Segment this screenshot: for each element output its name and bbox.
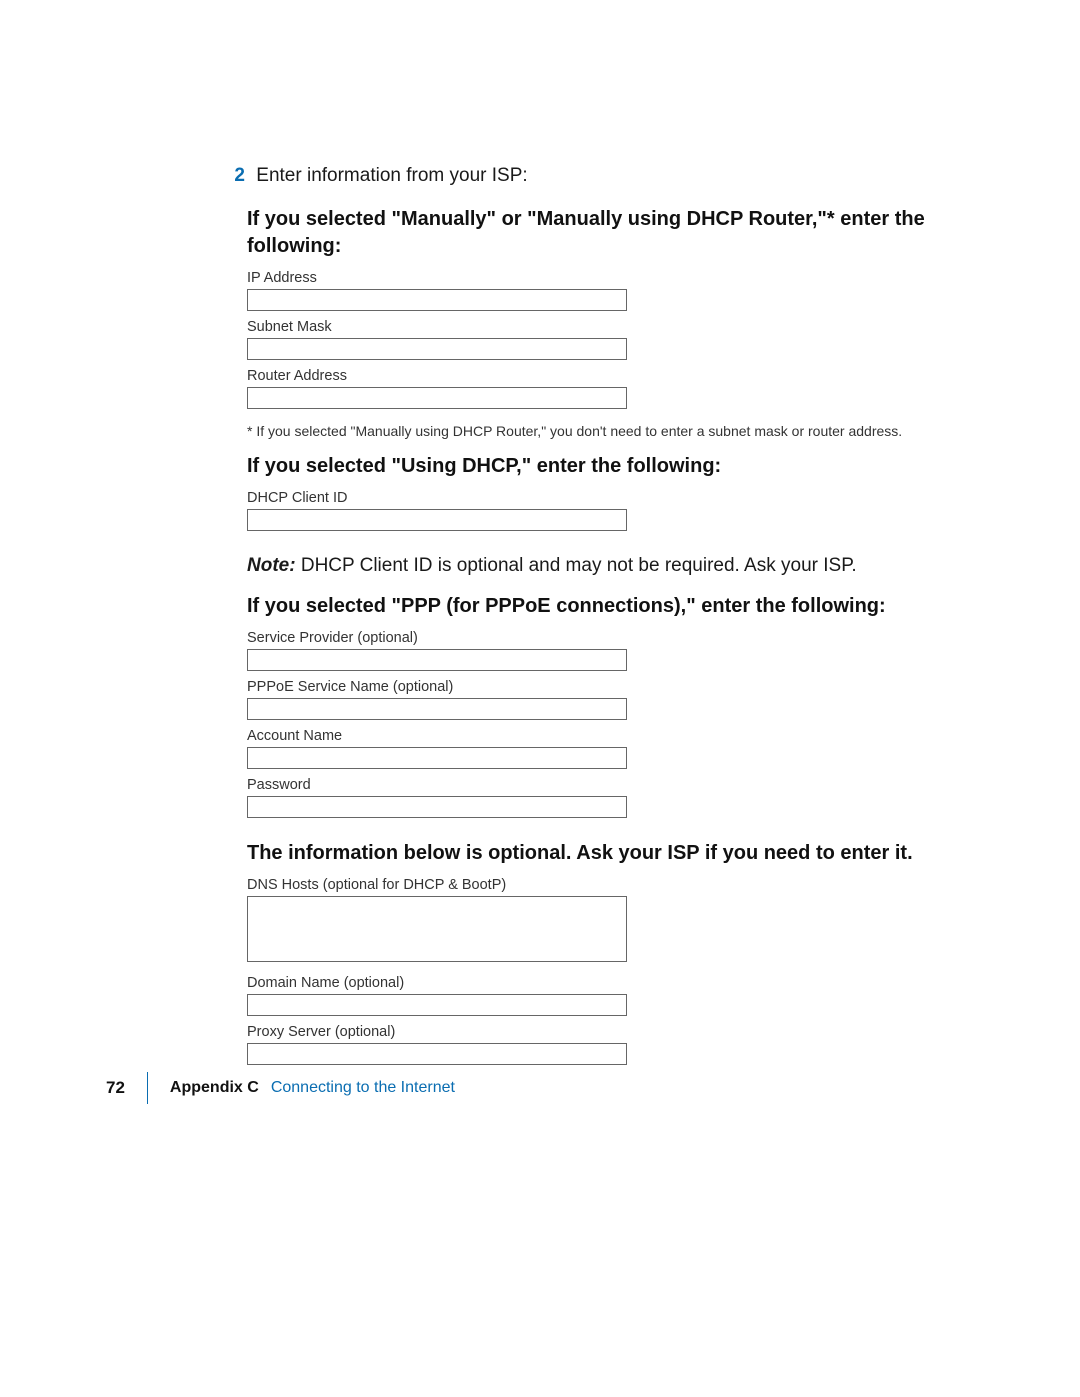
input-dhcp-client-id[interactable] — [247, 509, 627, 531]
label-proxy-server: Proxy Server (optional) — [247, 1024, 967, 1040]
note-line: Note: DHCP Client ID is optional and may… — [247, 553, 967, 580]
input-pppoe-service-name[interactable] — [247, 698, 627, 720]
footnote-manual: * If you selected "Manually using DHCP R… — [247, 423, 967, 439]
section-ppp: If you selected "PPP (for PPPoE connecti… — [247, 593, 967, 818]
label-dhcp-client-id: DHCP Client ID — [247, 490, 967, 506]
input-account-name[interactable] — [247, 747, 627, 769]
page-footer: 72 Appendix C Connecting to the Internet — [106, 1072, 455, 1104]
main-content: 2 Enter information from your ISP: If yo… — [247, 163, 967, 1065]
page-number: 72 — [106, 1078, 125, 1098]
step-line: 2 Enter information from your ISP: — [247, 163, 967, 190]
input-domain-name[interactable] — [247, 994, 627, 1016]
note-label: Note: — [247, 555, 296, 576]
label-password: Password — [247, 777, 967, 793]
step-number: 2 — [227, 163, 251, 190]
heading-manual: If you selected "Manually" or "Manually … — [247, 206, 967, 260]
label-dns-hosts: DNS Hosts (optional for DHCP & BootP) — [247, 877, 967, 893]
label-domain-name: Domain Name (optional) — [247, 975, 967, 991]
label-ip-address: IP Address — [247, 270, 967, 286]
document-page: 2 Enter information from your ISP: If yo… — [0, 0, 1080, 1397]
label-account-name: Account Name — [247, 728, 967, 744]
heading-ppp: If you selected "PPP (for PPPoE connecti… — [247, 593, 967, 620]
input-service-provider[interactable] — [247, 649, 627, 671]
step-text: Enter information from your ISP: — [256, 165, 527, 186]
label-pppoe-service-name: PPPoE Service Name (optional) — [247, 679, 967, 695]
input-ip-address[interactable] — [247, 289, 627, 311]
section-dhcp: If you selected "Using DHCP," enter the … — [247, 453, 967, 580]
appendix-title: Connecting to the Internet — [271, 1079, 455, 1097]
note-body: DHCP Client ID is optional and may not b… — [296, 555, 857, 576]
input-proxy-server[interactable] — [247, 1043, 627, 1065]
label-router-address: Router Address — [247, 368, 967, 384]
label-service-provider: Service Provider (optional) — [247, 630, 967, 646]
label-subnet-mask: Subnet Mask — [247, 319, 967, 335]
input-dns-hosts[interactable] — [247, 896, 627, 962]
input-router-address[interactable] — [247, 387, 627, 409]
appendix-label: Appendix C — [170, 1079, 259, 1097]
input-subnet-mask[interactable] — [247, 338, 627, 360]
footer-divider — [147, 1072, 148, 1104]
heading-dhcp: If you selected "Using DHCP," enter the … — [247, 453, 967, 480]
section-optional: The information below is optional. Ask y… — [247, 840, 967, 1065]
section-manual: If you selected "Manually" or "Manually … — [247, 206, 967, 439]
input-password[interactable] — [247, 796, 627, 818]
heading-optional: The information below is optional. Ask y… — [247, 840, 967, 867]
